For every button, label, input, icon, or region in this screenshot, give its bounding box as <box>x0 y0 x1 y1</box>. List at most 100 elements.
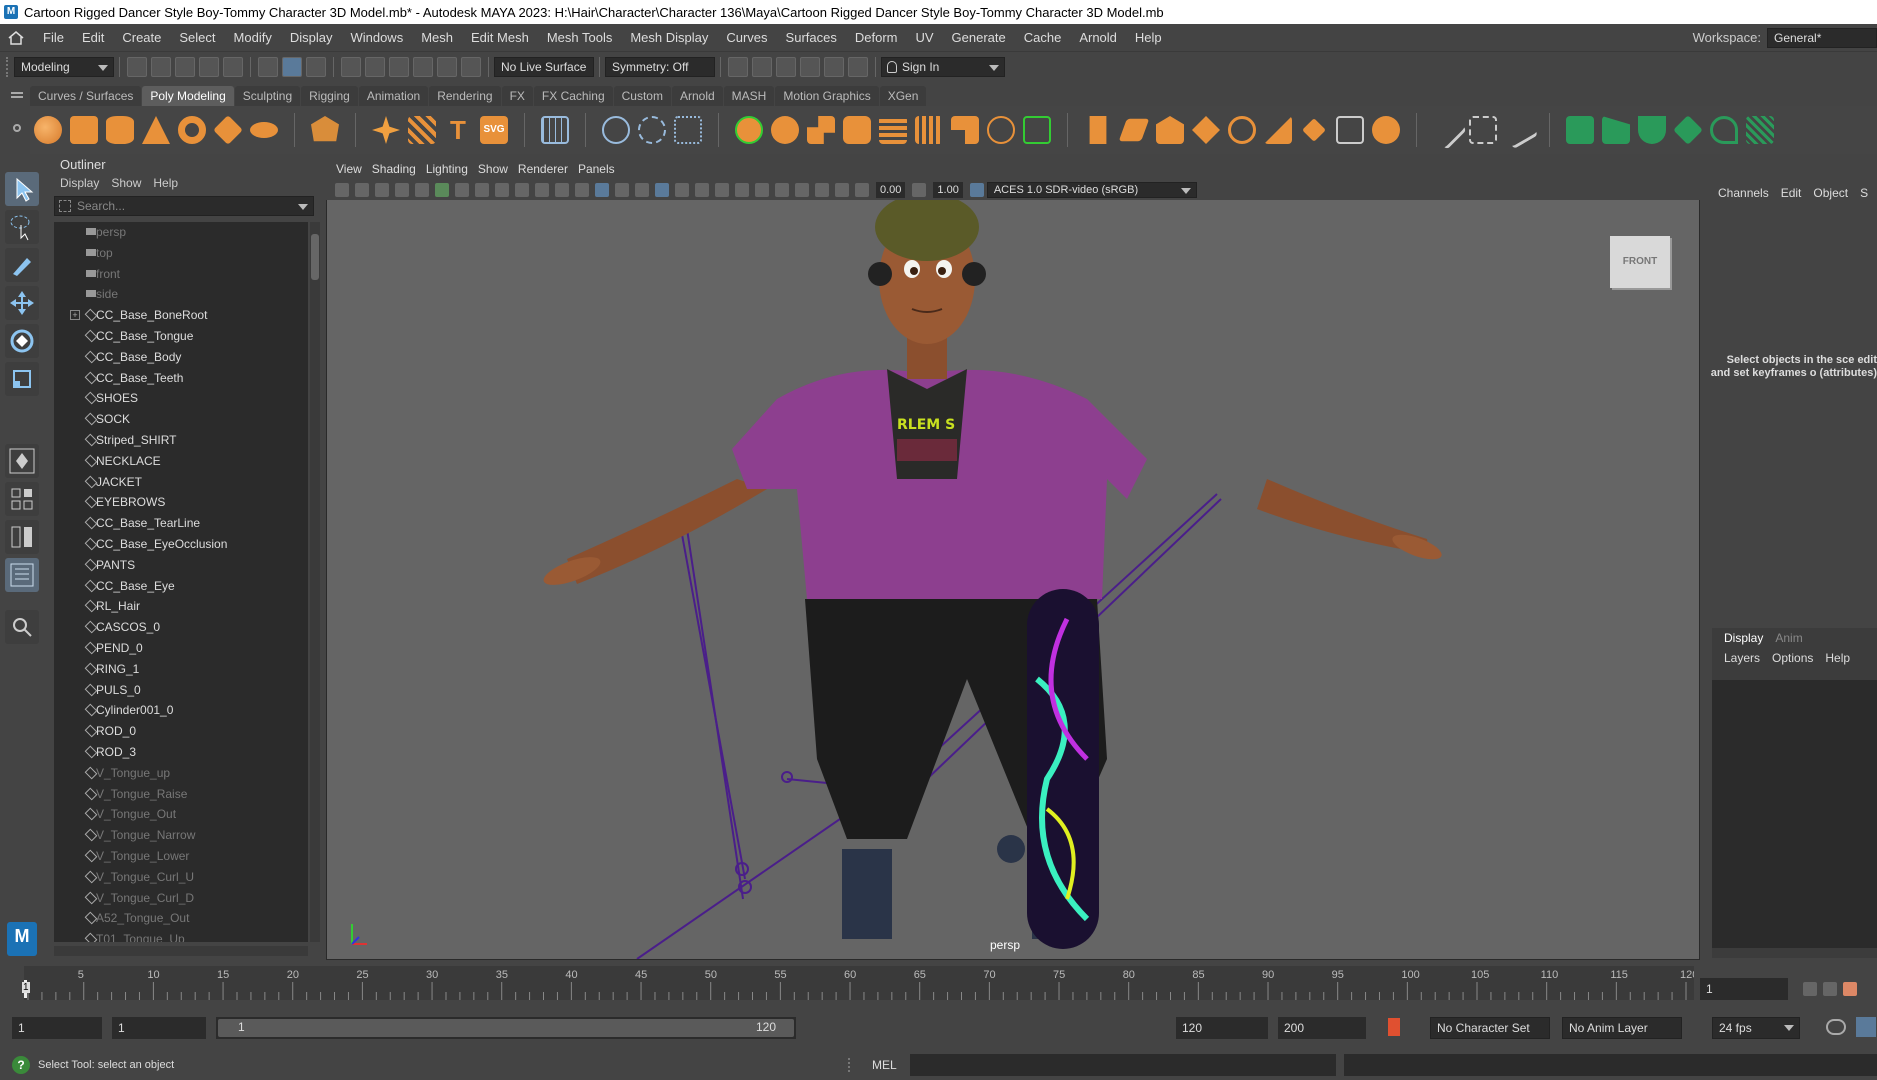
outliner-layout-icon[interactable] <box>5 558 39 592</box>
outliner-item[interactable]: V_Tongue_up <box>54 763 308 784</box>
outliner-item[interactable]: + CC_Base_BoneRoot <box>54 305 308 326</box>
outliner-item[interactable]: front <box>54 264 308 285</box>
menu-edit-mesh[interactable]: Edit Mesh <box>462 24 538 52</box>
safe-action-icon[interactable] <box>535 183 549 197</box>
menu-deform[interactable]: Deform <box>846 24 907 52</box>
viewport-menu-shading[interactable]: Shading <box>372 158 416 180</box>
menu-file[interactable]: File <box>34 24 73 52</box>
outliner-item[interactable]: PEND_0 <box>54 638 308 659</box>
loop-icon[interactable] <box>1826 1019 1846 1035</box>
poke-icon[interactable] <box>1192 116 1220 144</box>
playback-end-field[interactable]: 120 <box>1176 1017 1268 1039</box>
insert-edge-loop-icon[interactable] <box>915 116 943 144</box>
poly-torus-icon[interactable] <box>178 116 206 144</box>
scale-tool-icon[interactable] <box>5 362 39 396</box>
outliner-item[interactable]: persp <box>54 222 308 243</box>
outliner-item[interactable]: CC_Base_TearLine <box>54 513 308 534</box>
menu-windows[interactable]: Windows <box>341 24 412 52</box>
outliner-item[interactable]: NECKLACE <box>54 451 308 472</box>
outliner-search-input[interactable]: Search... <box>54 196 314 216</box>
xray-joints-icon[interactable] <box>815 183 829 197</box>
character-set-dropdown[interactable]: No Character Set <box>1430 1017 1550 1039</box>
menu-curves[interactable]: Curves <box>717 24 776 52</box>
menu-create[interactable]: Create <box>113 24 170 52</box>
outliner-item[interactable]: RING_1 <box>54 659 308 680</box>
combine-icon[interactable] <box>602 116 630 144</box>
scene-end-field[interactable]: 200 <box>1278 1017 1366 1039</box>
outliner-item[interactable]: CASCOS_0 <box>54 617 308 638</box>
poly-plane-icon[interactable] <box>213 115 243 145</box>
menu-mesh-tools[interactable]: Mesh Tools <box>538 24 622 52</box>
snap-pivot-icon[interactable] <box>461 57 481 77</box>
select-hierarchy-icon[interactable] <box>258 57 278 77</box>
wireframe-icon[interactable] <box>575 183 589 197</box>
exposure-field[interactable]: 0.00 <box>876 182 906 198</box>
smooth-shade-icon[interactable] <box>595 183 609 197</box>
scroll-thumb[interactable] <box>311 234 319 280</box>
sweep-mesh-icon[interactable] <box>408 116 436 144</box>
screen-space-ao-icon[interactable] <box>715 183 729 197</box>
viewport-menu-renderer[interactable]: Renderer <box>518 158 568 180</box>
outliner-item[interactable]: JACKET <box>54 472 308 493</box>
outliner-item[interactable]: PULS_0 <box>54 680 308 701</box>
type-tool-icon[interactable]: T <box>444 116 472 144</box>
offset-edge-icon[interactable] <box>951 116 979 144</box>
outliner-item[interactable]: A52_Tongue_Out <box>54 908 308 929</box>
channel-menu-object[interactable]: Object <box>1813 186 1848 200</box>
menu-display[interactable]: Display <box>281 24 342 52</box>
poly-disc-icon[interactable] <box>250 122 278 138</box>
expand-icon[interactable]: + <box>70 310 80 321</box>
select-component-icon[interactable] <box>306 57 326 77</box>
layer-menu-options[interactable]: Options <box>1772 651 1813 665</box>
2d-pan-zoom-icon[interactable] <box>395 183 409 197</box>
auto-map-icon[interactable] <box>1499 110 1539 150</box>
go-to-start-icon[interactable] <box>1803 982 1817 996</box>
shelf-tab-sculpting[interactable]: Sculpting <box>234 86 301 106</box>
menu-help[interactable]: Help <box>1126 24 1171 52</box>
outliner-item[interactable]: V_Tongue_Out <box>54 804 308 825</box>
last-tool-icon[interactable] <box>5 444 39 478</box>
outliner-item[interactable]: side <box>54 284 308 305</box>
select-object-icon[interactable] <box>282 57 302 77</box>
outliner-item[interactable]: PANTS <box>54 555 308 576</box>
select-tool-icon[interactable] <box>5 172 39 206</box>
multisample-aa-icon[interactable] <box>755 183 769 197</box>
outliner-item[interactable]: SOCK <box>54 409 308 430</box>
shelf-tab-arnold[interactable]: Arnold <box>671 86 723 106</box>
triangulate-icon[interactable] <box>1372 116 1400 144</box>
extrude-icon[interactable] <box>807 116 835 144</box>
time-slider[interactable]: 5 10 15 20 25 30 35 40 45 50 55 60 65 70 75 80 85 90 95 100… <box>22 966 1694 1000</box>
step-back-icon[interactable] <box>1823 982 1837 996</box>
render-current-frame-icon[interactable] <box>728 57 748 77</box>
shelf-options-icon[interactable] <box>8 86 26 156</box>
layer-tab-anim[interactable]: Anim <box>1775 631 1802 645</box>
gate-mask-icon[interactable] <box>495 183 509 197</box>
fps-dropdown[interactable]: 24 fps <box>1712 1017 1800 1039</box>
xray-active-icon[interactable] <box>835 183 849 197</box>
snap-surface-icon[interactable] <box>437 57 457 77</box>
field-chart-icon[interactable] <box>515 183 529 197</box>
depth-of-field-icon[interactable] <box>775 183 789 197</box>
append-polygon-icon[interactable] <box>1118 118 1150 142</box>
scene-start-field[interactable]: 1 <box>12 1017 102 1039</box>
outliner-item[interactable]: CC_Base_Teeth <box>54 368 308 389</box>
platonic-solid-icon[interactable] <box>311 116 339 142</box>
undo-icon[interactable] <box>199 57 219 77</box>
menu-mesh[interactable]: Mesh <box>412 24 462 52</box>
symmetry-dropdown[interactable]: Symmetry: Off <box>605 57 715 77</box>
shelf-tab-rendering[interactable]: Rendering <box>429 86 501 106</box>
shelf-tab-rigging[interactable]: Rigging <box>301 86 358 106</box>
anim-layer-dropdown[interactable]: No Anim Layer <box>1562 1017 1682 1039</box>
svg-tool-icon[interactable]: SVG <box>480 116 508 144</box>
pause-icon[interactable] <box>848 57 868 77</box>
outliner-item[interactable]: Cylinder001_0 <box>54 700 308 721</box>
color-management-icon[interactable] <box>969 183 984 197</box>
outliner-scrollbar[interactable] <box>310 222 320 942</box>
outliner-menu-display[interactable]: Display <box>60 176 99 190</box>
command-input[interactable] <box>910 1054 1336 1076</box>
assign-material-icon[interactable] <box>1602 116 1630 144</box>
channel-menu-channels[interactable]: Channels <box>1718 186 1769 200</box>
circularize-icon[interactable] <box>1228 116 1256 144</box>
material-cube-icon[interactable] <box>1673 115 1703 145</box>
flip-icon[interactable] <box>1302 118 1326 142</box>
